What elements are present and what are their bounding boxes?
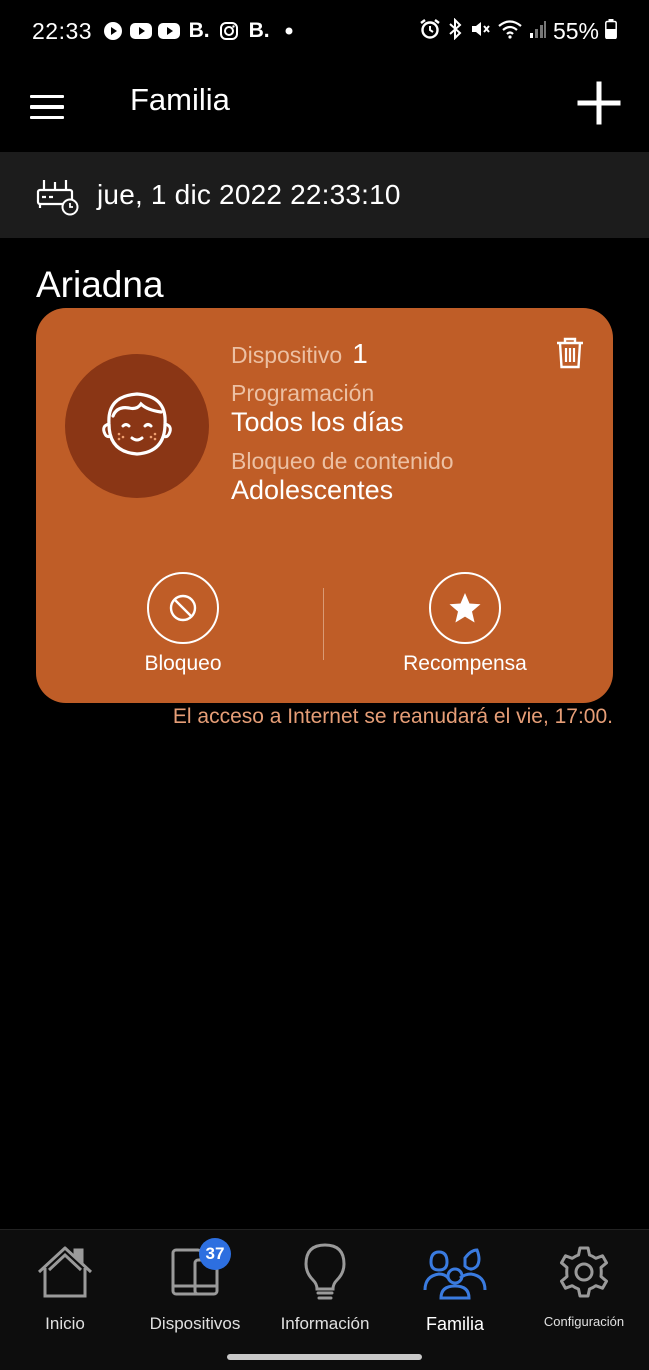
devices-badge: 37 (199, 1238, 231, 1270)
trash-icon[interactable] (554, 336, 586, 370)
home-icon (33, 1240, 97, 1304)
reward-button[interactable]: Recompensa (390, 572, 540, 676)
bluetooth-icon (447, 17, 463, 45)
date-bar: jue, 1 dic 2022 22:33:10 (0, 152, 649, 238)
hamburger-menu-icon[interactable] (30, 86, 72, 128)
plus-icon[interactable] (574, 78, 624, 128)
lightbulb-icon (293, 1240, 357, 1304)
mute-icon (469, 18, 491, 45)
nav-item-configuracion[interactable]: Configuración (519, 1240, 649, 1329)
content-block-label: Bloqueo de contenido (231, 448, 454, 474)
b-icon: B. (188, 19, 210, 42)
nav-label-configuracion: Configuración (543, 1314, 625, 1329)
signal-icon (529, 19, 547, 44)
action-divider (323, 588, 324, 660)
nav-item-dispositivos[interactable]: 37 Dispositivos (130, 1238, 260, 1334)
nav-label-familia: Familia (425, 1314, 484, 1334)
battery-percent: 55% (552, 17, 599, 44)
youtube-icon (130, 20, 153, 42)
star-icon (429, 572, 501, 644)
avatar[interactable] (65, 354, 209, 498)
device-label: Dispositivo (231, 342, 343, 368)
notification-icons: B. B. (102, 19, 300, 42)
profile-name: Ariadna (36, 264, 164, 305)
page-title: Familia (130, 82, 230, 117)
wifi-icon (497, 18, 523, 45)
gear-icon (552, 1240, 616, 1304)
block-button[interactable]: Bloqueo (108, 572, 258, 676)
youtube-icon (158, 20, 181, 42)
bottom-nav: Inicio 37 Dispositivos Información Famil… (0, 1229, 649, 1370)
app-bar: Familia (0, 62, 649, 152)
reward-label: Recompensa (403, 652, 527, 675)
alarm-icon (419, 18, 441, 45)
status-bar: 22:33 B. B. 55% (0, 0, 649, 62)
schedule-value: Todos los días (231, 407, 404, 437)
profile-card[interactable]: Dispositivo 1 Programación Todos los día… (36, 308, 613, 703)
block-label: Bloqueo (144, 652, 222, 675)
nav-label-inicio: Inicio (45, 1314, 85, 1333)
dot-icon (278, 20, 300, 42)
current-datetime: jue, 1 dic 2022 22:33:10 (97, 179, 401, 210)
nav-label-dispositivos: Dispositivos (149, 1314, 241, 1333)
b-icon: B. (248, 19, 270, 42)
family-icon (423, 1240, 487, 1304)
status-time: 22:33 (32, 17, 93, 44)
child-face-icon (102, 392, 172, 456)
system-status-icons: 55% (419, 17, 617, 45)
battery-icon (605, 18, 617, 44)
nav-item-inicio[interactable]: Inicio (0, 1240, 130, 1334)
home-indicator[interactable] (227, 1354, 422, 1360)
devices-icon: 37 (163, 1238, 231, 1304)
device-row: Dispositivo 1 (231, 338, 454, 370)
resume-notice: El acceso a Internet se reanudará el vie… (172, 705, 613, 728)
profile-info: Dispositivo 1 Programación Todos los día… (231, 338, 454, 506)
play-icon (102, 20, 124, 42)
content-block-value: Adolescentes (231, 475, 394, 505)
schedule-label: Programación (231, 380, 375, 406)
instagram-icon (218, 20, 240, 42)
nav-item-informacion[interactable]: Información (260, 1240, 390, 1334)
nav-item-familia[interactable]: Familia (390, 1240, 520, 1335)
router-clock-icon (36, 176, 80, 216)
nav-label-informacion: Información (280, 1314, 370, 1333)
block-icon (147, 572, 219, 644)
device-count: 1 (352, 338, 368, 369)
